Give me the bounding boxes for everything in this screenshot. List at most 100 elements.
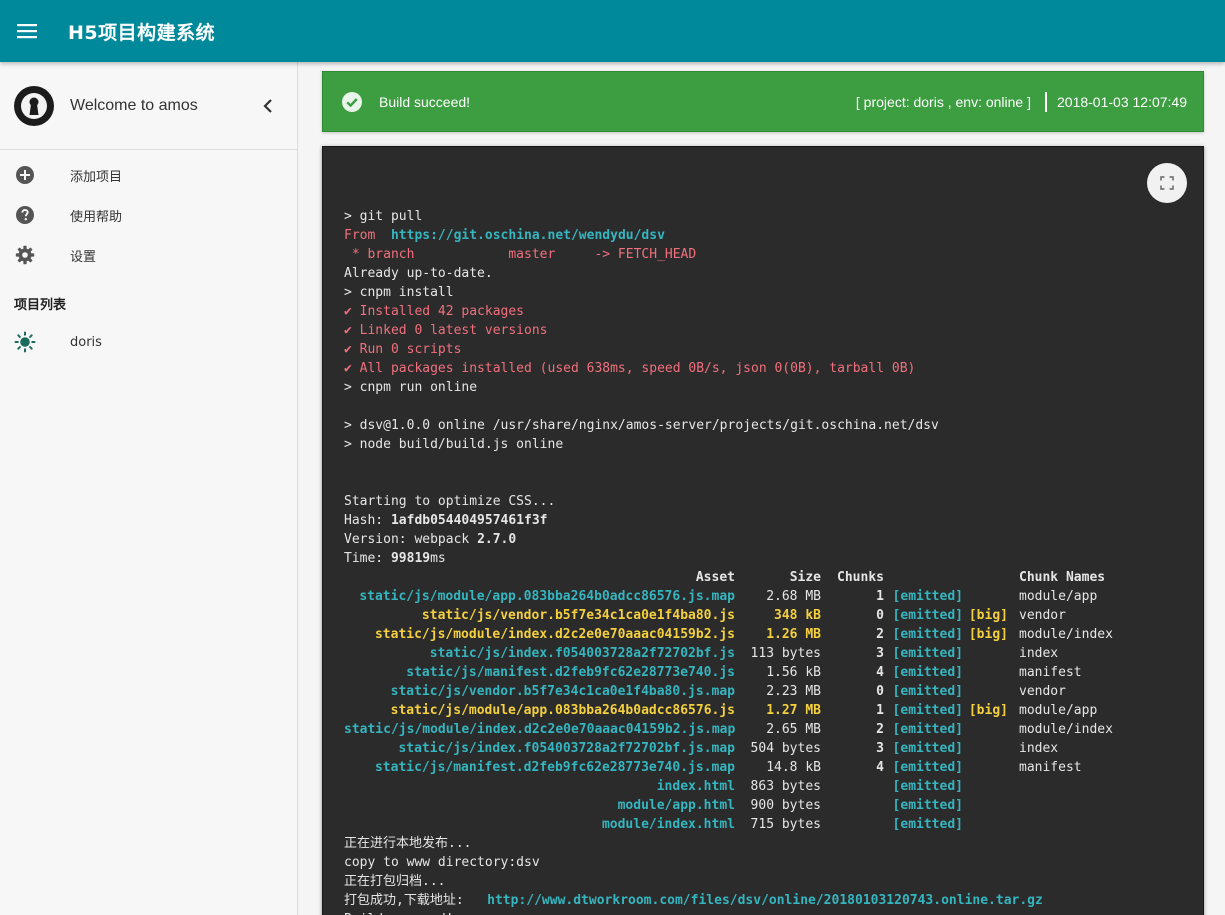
sidebar-item-help[interactable]: 使用帮助 — [0, 195, 297, 235]
asset-name: static/js/index.f054003728a2f72702bf.js.… — [398, 741, 735, 756]
asset-name: static/js/module/app.083bba264b0adcc8657… — [359, 589, 735, 604]
user-header: Welcome to amos — [0, 62, 297, 150]
asset-chunk-name: manifest — [1019, 760, 1082, 775]
gear-icon — [14, 244, 36, 266]
log-line: > dsv@1.0.0 online /usr/share/nginx/amos… — [344, 416, 1168, 435]
log-text: ✔ All packages installed (used 638ms, sp… — [344, 361, 916, 376]
build-log-console[interactable]: > git pull From https://git.oschina.net/w… — [322, 146, 1204, 915]
asset-size: 1.26 MB — [766, 627, 821, 642]
asset-name: static/js/manifest.d2feb9fc62e28773e740.… — [406, 665, 735, 680]
sidebar-item-label: 添加项目 — [70, 169, 123, 185]
asset-row: index.html 863 bytes [emitted] — [344, 777, 1168, 796]
header-chunk-names: Chunk Names — [1019, 570, 1106, 585]
log-text: 2.7.0 — [477, 532, 517, 547]
log-output: > git pull From https://git.oschina.net/w… — [344, 188, 1168, 915]
asset-chunks: 0 — [876, 608, 884, 623]
asset-chunks: 0 — [876, 684, 884, 699]
asset-chunk-name: index — [1019, 646, 1059, 661]
chevron-left-icon[interactable] — [253, 91, 283, 121]
sidebar-item-label: 设置 — [70, 249, 97, 265]
log-text: > git pull — [344, 209, 423, 224]
log-text: From — [344, 228, 391, 243]
asset-name: module/index.html — [601, 817, 735, 832]
asset-size: 1.27 MB — [766, 703, 821, 718]
app-bar: H5项目构建系统 — [0, 0, 1225, 62]
asset-size: 2.23 MB — [766, 684, 821, 699]
log-lines-bottom: 正在进行本地发布... copy to www directory:dsv 正在打包… — [344, 834, 1168, 915]
asset-emitted: [emitted] — [892, 760, 963, 775]
log-text: Version: webpack — [344, 532, 478, 547]
asset-chunk-name: manifest — [1019, 665, 1082, 680]
asset-big-flag — [963, 758, 1008, 777]
keyhole-icon — [15, 86, 53, 125]
check-circle-icon — [342, 91, 362, 112]
asset-row: static/js/index.f054003728a2f72702bf.js 1… — [344, 644, 1168, 663]
asset-table-header: Asset Size Chunks Chunk Names — [344, 568, 1168, 587]
app-title: H5项目构建系统 — [68, 21, 216, 44]
log-line: Version: webpack 2.7.0 — [344, 530, 1168, 549]
asset-row: static/js/module/index.d2c2e0e70aaac0415… — [344, 720, 1168, 739]
asset-big-flag — [963, 682, 1008, 701]
log-line: ✔ Installed 42 packages — [344, 302, 1168, 321]
log-line: 正在进行本地发布... — [344, 834, 1168, 853]
log-text: 打包成功,下载地址: — [344, 893, 488, 908]
asset-big-flag: [big] — [968, 703, 1008, 718]
log-line: Build succeed! — [344, 910, 1168, 915]
log-line: ✔ All packages installed (used 638ms, sp… — [344, 359, 1168, 378]
sidebar-item-project-doris[interactable]: doris — [0, 322, 297, 362]
asset-chunks — [821, 815, 884, 834]
log-text: > node build/build.js online — [344, 437, 564, 452]
asset-big-flag — [963, 720, 1008, 739]
header-asset: Asset — [695, 570, 735, 585]
asset-chunk-name: module/app — [1019, 703, 1098, 718]
add-circle-icon — [14, 164, 36, 186]
timestamp: 2018-01-03 12:07:49 — [1057, 93, 1187, 110]
asset-size: 863 bytes — [750, 779, 821, 794]
log-line: 打包成功,下载地址: http://www.dtworkroom.com/fil… — [344, 891, 1168, 910]
asset-emitted: [emitted] — [892, 798, 963, 813]
sun-icon — [14, 331, 36, 353]
asset-emitted: [emitted] — [892, 684, 963, 699]
log-link[interactable]: https://git.oschina.net/wendydu/dsv — [391, 228, 665, 243]
log-line: > cnpm install — [344, 283, 1168, 302]
sidebar-item-settings[interactable]: 设置 — [0, 235, 297, 275]
asset-size: 1.56 kB — [766, 665, 821, 680]
asset-chunk-name — [1008, 796, 1168, 815]
log-line: Hash: 1afdb054404957461f3f — [344, 511, 1168, 530]
log-line: * branch master -> FETCH_HEAD — [344, 245, 1168, 264]
log-link[interactable]: http://www.dtworkroom.com/files/dsv/onli… — [487, 893, 1043, 908]
header-chunks: Chunks — [837, 570, 884, 585]
asset-name: static/js/manifest.d2feb9fc62e28773e740.… — [374, 760, 735, 775]
asset-emitted: [emitted] — [892, 741, 963, 756]
asset-name: static/js/module/app.083bba264b0adcc8657… — [390, 703, 735, 718]
header-spacer — [963, 568, 1008, 587]
asset-chunk-name: module/index — [1019, 722, 1113, 737]
asset-chunks — [821, 796, 884, 815]
menu-icon[interactable] — [0, 0, 54, 62]
log-text: * branch master -> FETCH_HEAD — [344, 247, 697, 262]
asset-emitted: [emitted] — [892, 779, 963, 794]
sidebar-nav: 添加项目 使用帮助 设置 — [0, 150, 297, 275]
sidebar-item-add-project[interactable]: 添加项目 — [0, 155, 297, 195]
log-line: > cnpm run online — [344, 378, 1168, 397]
asset-chunks: 1 — [876, 589, 884, 604]
asset-chunk-name: index — [1019, 741, 1059, 756]
status-message: Build succeed! — [379, 93, 471, 110]
log-line: ✔ Linked 0 latest versions — [344, 321, 1168, 340]
asset-big-flag — [963, 815, 1008, 834]
asset-row: static/js/module/app.083bba264b0adcc8657… — [344, 587, 1168, 606]
asset-chunks: 3 — [876, 646, 884, 661]
asset-size: 900 bytes — [750, 798, 821, 813]
avatar[interactable] — [14, 85, 54, 126]
asset-row: static/js/manifest.d2feb9fc62e28773e740.… — [344, 758, 1168, 777]
asset-chunk-name — [1008, 777, 1168, 796]
log-line: From https://git.oschina.net/wendydu/dsv — [344, 226, 1168, 245]
log-text: Hash: — [344, 513, 391, 528]
log-text: 正在打包归档... — [344, 874, 446, 889]
asset-size: 504 bytes — [750, 741, 821, 756]
asset-name: static/js/vendor.b5f7e34c1ca0e1f4ba80.js — [421, 608, 735, 623]
asset-big-flag — [963, 663, 1008, 682]
